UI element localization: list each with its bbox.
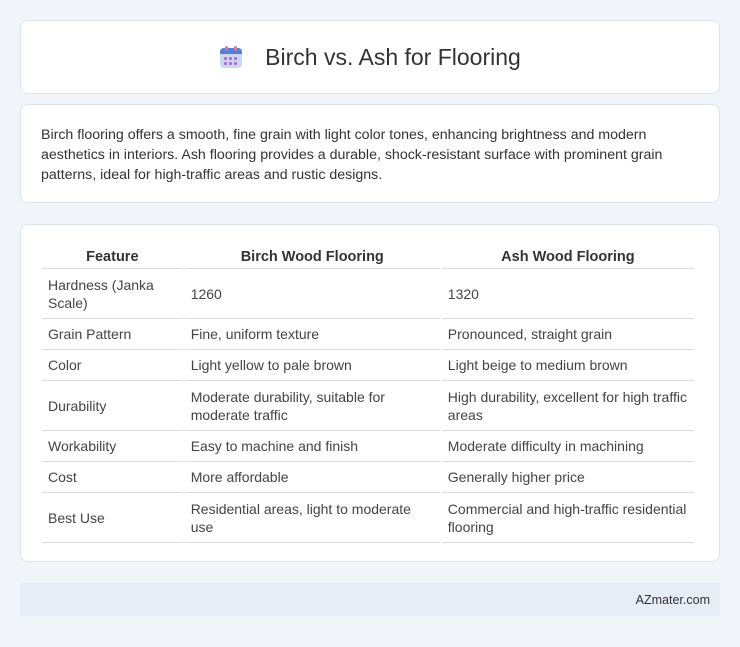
cell-ash: Generally higher price bbox=[441, 462, 694, 493]
title-card: Birch vs. Ash for Flooring bbox=[20, 20, 720, 94]
cell-ash: Pronounced, straight grain bbox=[441, 319, 694, 350]
cell-birch: Fine, uniform texture bbox=[184, 319, 440, 350]
cell-ash: Moderate difficulty in machining bbox=[441, 431, 694, 462]
table-row: Color Light yellow to pale brown Light b… bbox=[42, 350, 694, 381]
cell-feature: Cost bbox=[42, 462, 183, 493]
table-header-row: Feature Birch Wood Flooring Ash Wood Flo… bbox=[42, 243, 694, 269]
cell-feature: Workability bbox=[42, 431, 183, 462]
cell-feature: Grain Pattern bbox=[42, 319, 183, 350]
description-text: Birch flooring offers a smooth, fine gra… bbox=[41, 127, 663, 183]
comparison-table: Feature Birch Wood Flooring Ash Wood Flo… bbox=[40, 243, 696, 543]
calendar-icon bbox=[219, 45, 243, 69]
cell-ash: Commercial and high-traffic residential … bbox=[441, 493, 694, 543]
table-row: Best Use Residential areas, light to mod… bbox=[42, 493, 694, 543]
cell-birch: Residential areas, light to moderate use bbox=[184, 493, 440, 543]
cell-feature: Durability bbox=[42, 381, 183, 431]
footer-site-link[interactable]: AZmater.com bbox=[636, 593, 710, 607]
cell-ash: Light beige to medium brown bbox=[441, 350, 694, 381]
page-title: Birch vs. Ash for Flooring bbox=[265, 43, 521, 70]
cell-ash: High durability, excellent for high traf… bbox=[441, 381, 694, 431]
cell-feature: Color bbox=[42, 350, 183, 381]
cell-birch: Easy to machine and finish bbox=[184, 431, 440, 462]
table-row: Hardness (Janka Scale) 1260 1320 bbox=[42, 269, 694, 319]
header-feature: Feature bbox=[42, 243, 183, 269]
cell-feature: Hardness (Janka Scale) bbox=[42, 269, 183, 319]
cell-feature: Best Use bbox=[42, 493, 183, 543]
table-row: Cost More affordable Generally higher pr… bbox=[42, 462, 694, 493]
cell-birch: 1260 bbox=[184, 269, 440, 319]
table-row: Durability Moderate durability, suitable… bbox=[42, 381, 694, 431]
cell-ash: 1320 bbox=[441, 269, 694, 319]
cell-birch: More affordable bbox=[184, 462, 440, 493]
cell-birch: Light yellow to pale brown bbox=[184, 350, 440, 381]
description-card: Birch flooring offers a smooth, fine gra… bbox=[20, 104, 720, 203]
table-row: Workability Easy to machine and finish M… bbox=[42, 431, 694, 462]
header-ash: Ash Wood Flooring bbox=[441, 243, 694, 269]
footer: AZmater.com bbox=[20, 583, 720, 616]
table-row: Grain Pattern Fine, uniform texture Pron… bbox=[42, 319, 694, 350]
header-birch: Birch Wood Flooring bbox=[184, 243, 440, 269]
comparison-table-card: Feature Birch Wood Flooring Ash Wood Flo… bbox=[20, 224, 720, 562]
cell-birch: Moderate durability, suitable for modera… bbox=[184, 381, 440, 431]
title-wrap: Birch vs. Ash for Flooring bbox=[219, 44, 521, 71]
